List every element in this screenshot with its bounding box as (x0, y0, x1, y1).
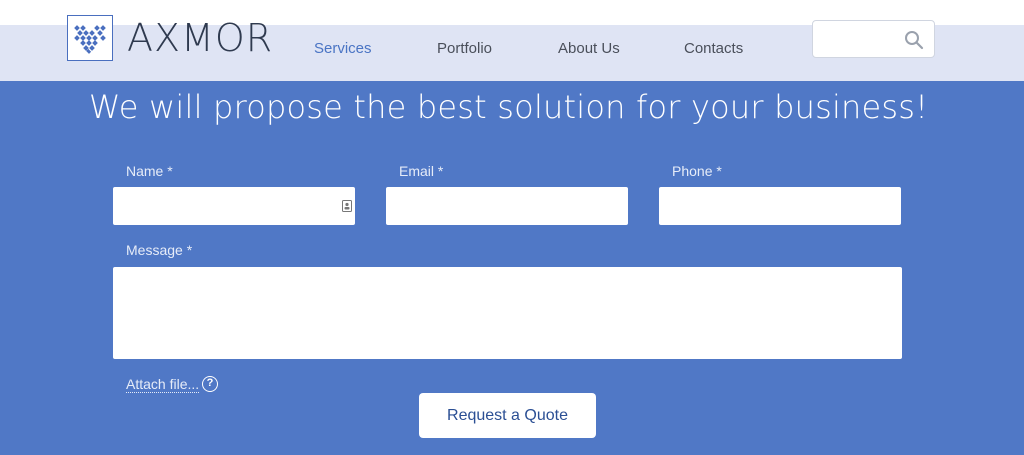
help-icon[interactable]: ? (202, 376, 218, 392)
search-box[interactable] (812, 20, 935, 58)
phone-label: Phone * (672, 163, 722, 179)
logo-text: AXMOR (127, 16, 274, 60)
logo-heart-icon (67, 15, 113, 61)
name-label: Name * (126, 163, 173, 179)
email-field[interactable] (386, 187, 628, 225)
phone-field[interactable] (659, 187, 901, 225)
form-heading: We will propose the best solution for yo… (88, 88, 929, 126)
name-field[interactable] (113, 187, 355, 225)
quote-form-section: We will propose the best solution for yo… (0, 81, 1024, 455)
email-label: Email * (399, 163, 444, 179)
request-quote-button[interactable]: Request a Quote (419, 393, 596, 438)
nav-item-services[interactable]: Services (314, 40, 372, 57)
nav-item-portfolio[interactable]: Portfolio (437, 40, 492, 57)
search-icon[interactable] (904, 30, 924, 50)
message-label: Message * (126, 242, 193, 258)
attach-file-link[interactable]: Attach file... (126, 376, 200, 393)
nav-item-about-us[interactable]: About Us (558, 40, 620, 57)
nav-item-contacts[interactable]: Contacts (684, 40, 743, 57)
contact-card-icon[interactable] (342, 200, 352, 212)
logo[interactable]: AXMOR (67, 15, 273, 61)
message-field[interactable] (113, 267, 902, 359)
